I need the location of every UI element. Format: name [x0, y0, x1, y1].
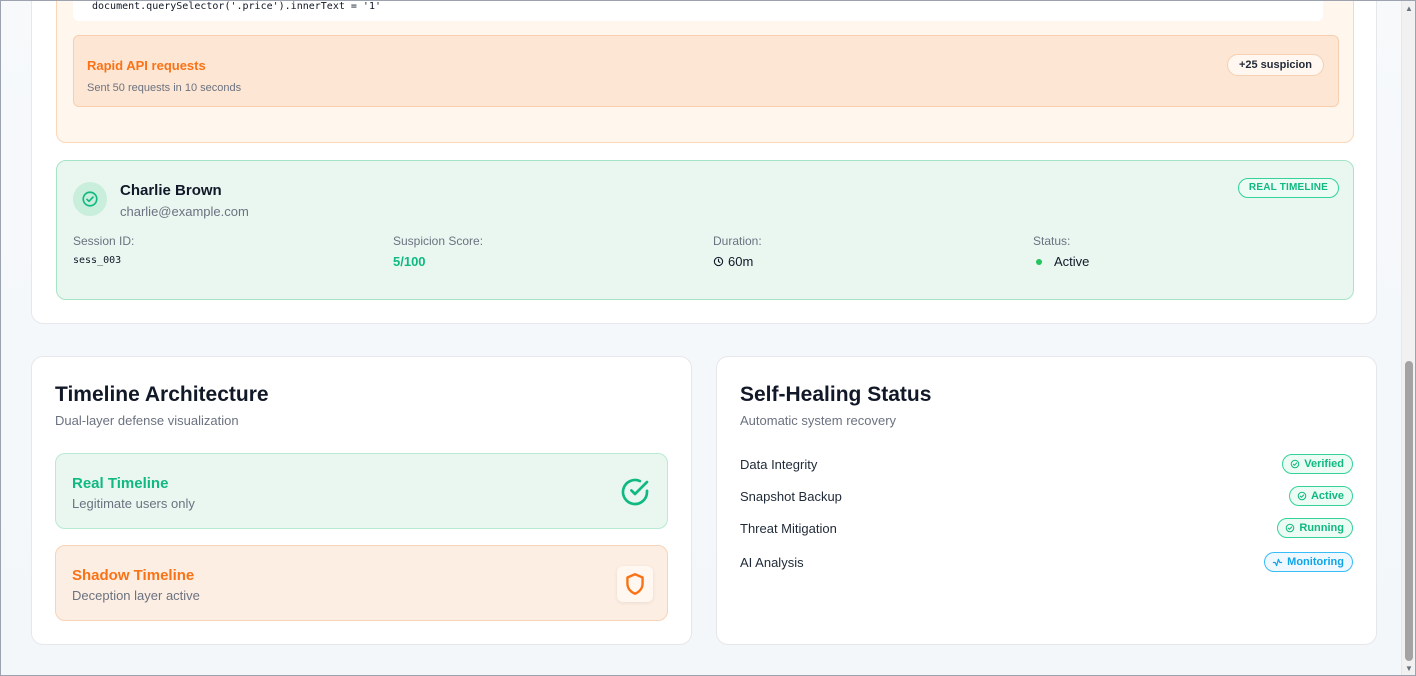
suspicion-score-label: Suspicion Score: [393, 234, 484, 248]
status-row-data-integrity: Data Integrity Verified [740, 454, 1353, 476]
check-circle-icon [1297, 491, 1307, 501]
page-scrollbar[interactable]: ▲ ▼ [1401, 1, 1415, 675]
shadow-timeline-desc: Deception layer active [72, 588, 200, 603]
suspicious-session-events: document.querySelector('.price').innerTe… [56, 1, 1354, 143]
scroll-thumb[interactable] [1405, 361, 1413, 661]
status-row-snapshot-backup: Snapshot Backup Active [740, 486, 1353, 508]
scroll-up-arrow-icon[interactable]: ▲ [1405, 5, 1413, 13]
real-timeline-card[interactable]: Real Timeline Legitimate users only [55, 453, 668, 529]
shield-icon [617, 566, 653, 602]
scroll-down-arrow-icon[interactable]: ▼ [1405, 665, 1413, 673]
shadow-timeline-title: Shadow Timeline [72, 567, 195, 584]
session-id-label: Session ID: [73, 234, 135, 248]
check-circle-icon [1286, 523, 1295, 533]
duration-label: Duration: [713, 234, 762, 248]
status-label: Status: [1033, 234, 1071, 248]
status-row-label: Data Integrity [740, 457, 818, 472]
event-title: Rapid API requests [87, 58, 206, 73]
check-circle-icon [1290, 459, 1300, 469]
status-field: Status: Active [1033, 234, 1089, 269]
status-text: Active [1054, 254, 1090, 269]
status-pill-text: Verified [1304, 458, 1344, 470]
duration-value: 60m [713, 254, 762, 269]
status-pill: Verified [1282, 454, 1353, 474]
real-timeline-desc: Legitimate users only [72, 496, 195, 511]
timeline-badge: REAL TIMELINE [1237, 178, 1339, 198]
session-card[interactable]: Charlie Brown charlie@example.com REAL T… [56, 160, 1354, 300]
duration-text: 60m [728, 254, 754, 269]
shadow-timeline-card[interactable]: Shadow Timeline Deception layer active [55, 545, 668, 621]
status-pill: Monitoring [1264, 552, 1353, 572]
self-healing-panel: Self-Healing Status Automatic system rec… [716, 356, 1377, 645]
suspicion-badge: +25 suspicion [1226, 54, 1324, 76]
status-pill: Running [1277, 518, 1353, 538]
user-email: charlie@example.com [120, 204, 249, 219]
panel-subtitle: Dual-layer defense visualization [55, 413, 239, 428]
app-frame: document.querySelector('.price').innerTe… [0, 0, 1416, 676]
session-id-value: sess_003 [73, 255, 122, 266]
status-row-label: Threat Mitigation [740, 521, 837, 536]
user-name: Charlie Brown [120, 182, 222, 199]
event-description: Sent 50 requests in 10 seconds [87, 82, 242, 94]
activity-icon [1272, 558, 1283, 566]
status-pill-text: Active [1310, 490, 1344, 502]
panel-subtitle: Automatic system recovery [740, 413, 897, 428]
timeline-architecture-panel: Timeline Architecture Dual-layer defense… [31, 356, 692, 645]
status-row-label: Snapshot Backup [740, 489, 842, 504]
duration-field: Duration: 60m [713, 234, 762, 269]
status-dot-icon [1036, 258, 1042, 265]
clock-icon [713, 256, 724, 267]
session-id-field: Session ID: sess_003 [73, 234, 134, 266]
code-snippet: document.querySelector('.price').innerTe… [73, 1, 1323, 21]
check-circle-icon [617, 474, 653, 510]
real-timeline-title: Real Timeline [72, 475, 169, 492]
status-value: Active [1033, 254, 1089, 269]
status-row-threat-mitigation: Threat Mitigation Running [740, 518, 1353, 540]
suspicion-score-value: 5/100 [393, 254, 426, 269]
status-row-ai-analysis: AI Analysis Monitoring [740, 552, 1353, 574]
status-pill-text: Running [1299, 522, 1344, 534]
suspicious-event: Rapid API requests Sent 50 requests in 1… [73, 35, 1339, 107]
panel-title: Self-Healing Status [740, 383, 932, 406]
status-pill: Active [1288, 486, 1353, 506]
status-row-label: AI Analysis [740, 555, 804, 570]
sessions-card: document.querySelector('.price').innerTe… [31, 1, 1377, 324]
status-pill-text: Monitoring [1287, 556, 1344, 568]
panel-title: Timeline Architecture [55, 383, 269, 406]
suspicion-score-field: Suspicion Score: 5/100 [393, 234, 483, 269]
check-circle-icon [73, 182, 107, 216]
